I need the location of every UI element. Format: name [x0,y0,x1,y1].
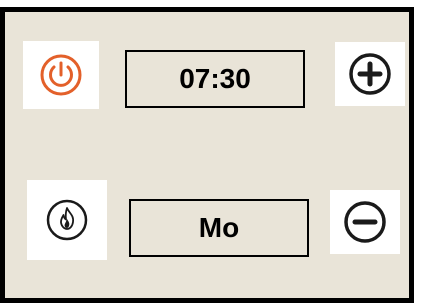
flame-button[interactable] [27,180,107,260]
decrease-button[interactable] [330,190,400,254]
time-value: 07:30 [179,63,251,94]
thermostat-panel: 07:30 Mo [0,7,414,303]
increase-button[interactable] [335,42,405,106]
time-display: 07:30 [125,50,305,108]
day-value: Mo [198,212,240,243]
flame-icon [46,199,88,241]
power-icon [40,54,82,96]
plus-circle-icon [349,53,391,95]
day-display: Mo [129,199,309,257]
minus-circle-icon [344,201,386,243]
power-button[interactable] [23,41,99,109]
